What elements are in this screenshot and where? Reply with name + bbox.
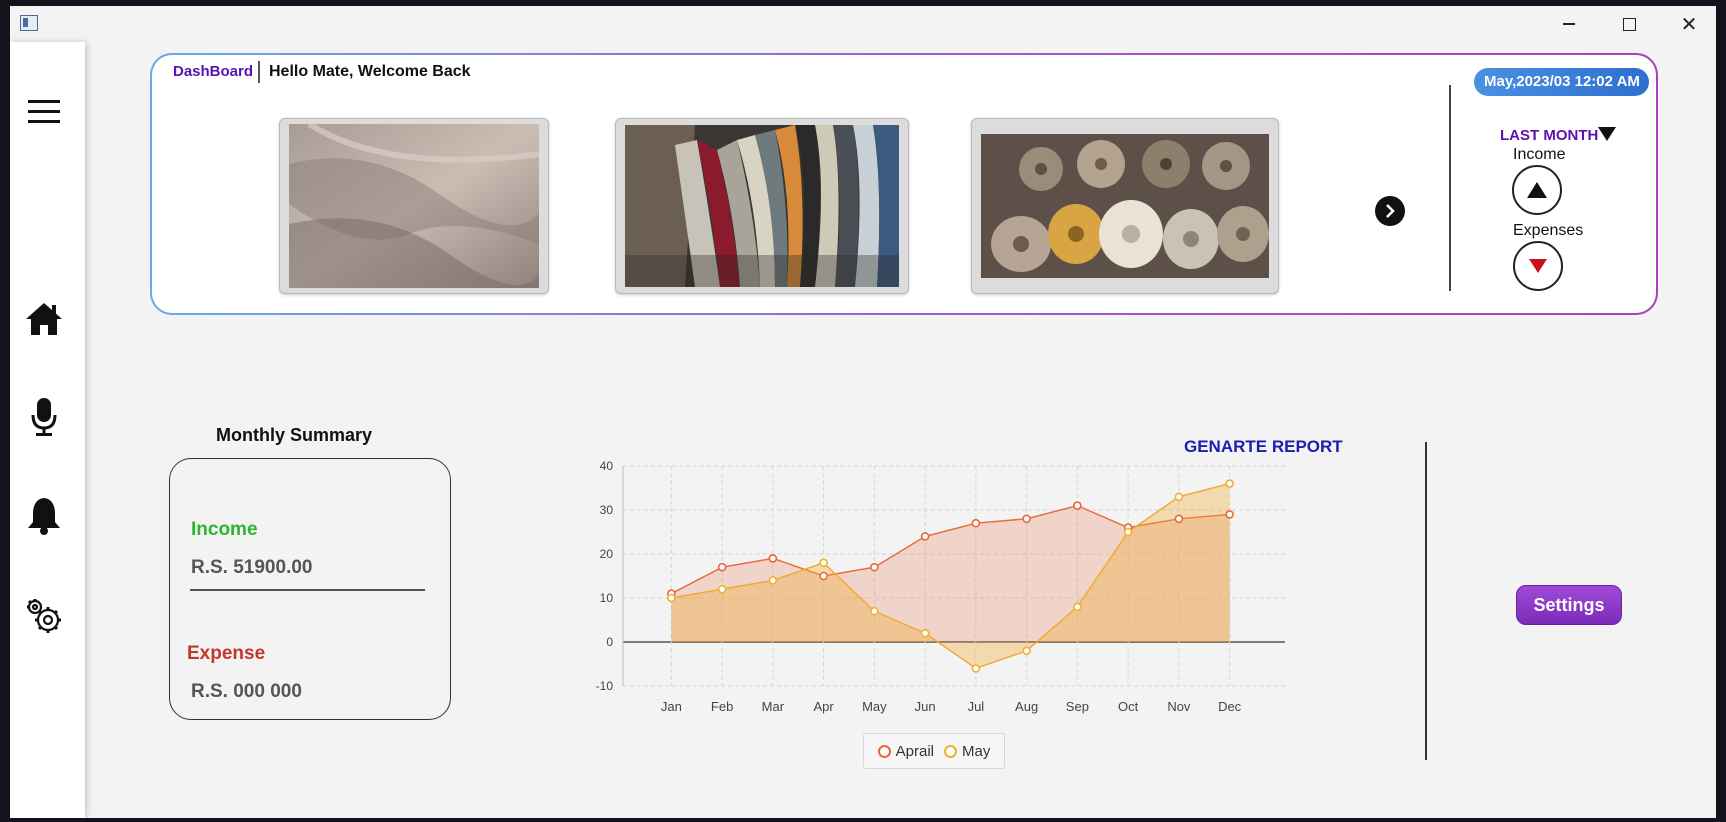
- income-label: Income: [191, 519, 258, 540]
- data-point-aprail: [1022, 514, 1031, 524]
- chart-legend: Aprail May: [863, 733, 1005, 769]
- x-tick-label: Feb: [711, 699, 733, 714]
- x-tick-label: Nov: [1167, 699, 1191, 714]
- x-tick-label: Apr: [814, 699, 835, 714]
- income-value: R.S. 51900.00: [191, 557, 313, 578]
- title-bar: ✕: [10, 6, 1716, 42]
- income-underline: [190, 589, 425, 591]
- data-point-may: [1174, 492, 1184, 502]
- legend-label-aprail: Aprail: [895, 742, 934, 760]
- x-tick-label: Mar: [762, 699, 785, 714]
- carousel-card-1[interactable]: [279, 118, 549, 294]
- expenses-mini-label: Expenses: [1513, 222, 1584, 239]
- x-tick-label: Jul: [968, 699, 985, 714]
- data-point-may: [1225, 479, 1234, 488]
- data-point-aprail: [717, 562, 727, 572]
- data-point-aprail: [870, 562, 879, 572]
- x-tick-label: May: [862, 699, 887, 714]
- carousel-next-button[interactable]: [1375, 196, 1405, 226]
- income-mini-label: Income: [1513, 146, 1566, 163]
- triangle-up-icon: [1527, 182, 1547, 198]
- y-tick-label: -10: [596, 679, 614, 693]
- app-window: ✕ DashBoard Hello Mate, Welcome Back May…: [10, 6, 1716, 818]
- tab-dashboard[interactable]: DashBoard: [173, 63, 253, 80]
- data-point-may: [1123, 527, 1133, 537]
- y-tick-label: 10: [600, 591, 614, 605]
- stacked-fabrics-image: [625, 125, 899, 287]
- generate-report-link[interactable]: GENARTE REPORT: [1184, 437, 1343, 457]
- banner-divider: [1449, 85, 1451, 291]
- carousel-card-3[interactable]: [971, 118, 1279, 294]
- x-tick-label: Oct: [1118, 699, 1139, 714]
- monthly-summary-card: Income R.S. 51900.00 Expense R.S. 000 00…: [169, 458, 451, 720]
- maximize-button[interactable]: [1600, 6, 1658, 42]
- monthly-summary-title: Monthly Summary: [216, 425, 373, 445]
- expense-label: Expense: [187, 643, 266, 664]
- x-tick-label: Sep: [1066, 699, 1089, 714]
- sidebar: [10, 42, 85, 818]
- data-point-may: [1022, 646, 1031, 656]
- minimize-button[interactable]: [1540, 6, 1598, 42]
- y-tick-label: 40: [600, 459, 614, 473]
- app-icon: [20, 15, 38, 31]
- x-tick-label: Jan: [661, 699, 682, 714]
- x-tick-label: Aug: [1015, 699, 1038, 714]
- data-point-aprail: [1073, 501, 1082, 510]
- dashboard-banner: DashBoard Hello Mate, Welcome Back May,2…: [150, 53, 1658, 315]
- folded-fabric-image: [289, 124, 539, 288]
- x-tick-label: Dec: [1218, 699, 1242, 714]
- monthly-area-chart: -10 0 10 20 30 40 Jan Feb Mar Apr May Jun Jul Aug Sep O…: [596, 459, 1285, 714]
- data-point-may: [971, 664, 981, 673]
- expenses-down-button[interactable]: [1513, 241, 1563, 291]
- home-icon[interactable]: [22, 297, 66, 341]
- data-point-aprail: [920, 532, 930, 541]
- x-tick-label: Jun: [915, 699, 936, 714]
- dropdown-arrow-icon[interactable]: [1598, 127, 1616, 146]
- bell-icon[interactable]: [22, 494, 66, 538]
- data-point-may: [920, 628, 930, 638]
- legend-marker-aprail: [877, 744, 891, 758]
- datetime-badge: May,2023/03 12:02 AM: [1474, 68, 1649, 96]
- data-point-may: [870, 606, 879, 616]
- close-icon: ✕: [1680, 12, 1698, 36]
- income-up-button[interactable]: [1512, 165, 1562, 215]
- maximize-icon: [1622, 17, 1636, 31]
- hamburger-menu-icon[interactable]: [22, 90, 66, 134]
- data-point-aprail: [819, 571, 828, 581]
- data-point-may: [717, 584, 727, 594]
- microphone-icon[interactable]: [22, 395, 66, 439]
- gear-icon[interactable]: [22, 594, 66, 638]
- y-tick-label: 20: [600, 547, 614, 561]
- legend-label-may: May: [962, 742, 991, 760]
- chevron-right-icon: [1386, 204, 1395, 218]
- data-point-aprail: [1174, 514, 1184, 524]
- data-point-aprail: [971, 518, 981, 528]
- close-button[interactable]: ✕: [1660, 6, 1716, 42]
- legend-item-may[interactable]: May: [944, 743, 990, 760]
- welcome-text: Hello Mate, Welcome Back: [269, 63, 471, 80]
- legend-marker-may: [944, 744, 957, 758]
- data-point-may: [768, 576, 778, 585]
- fabric-rolls-image: [981, 134, 1269, 278]
- data-point-aprail: [1225, 510, 1234, 519]
- y-tick-label: 30: [600, 503, 614, 517]
- triangle-down-icon: [1529, 259, 1547, 273]
- settings-button[interactable]: Settings: [1516, 585, 1622, 625]
- y-tick-label: 0: [606, 635, 613, 649]
- data-point-may: [667, 593, 676, 603]
- minimize-icon: [1563, 23, 1575, 25]
- legend-item-aprail[interactable]: Aprail: [877, 742, 934, 760]
- carousel-card-2[interactable]: [615, 118, 909, 294]
- period-select[interactable]: LAST MONTH: [1500, 127, 1598, 144]
- data-point-may: [1073, 602, 1082, 612]
- data-point-may: [819, 558, 828, 568]
- expense-value: R.S. 000 000: [191, 681, 302, 702]
- right-divider: [1425, 442, 1427, 760]
- data-point-aprail: [768, 554, 778, 563]
- tab-separator: [258, 61, 260, 83]
